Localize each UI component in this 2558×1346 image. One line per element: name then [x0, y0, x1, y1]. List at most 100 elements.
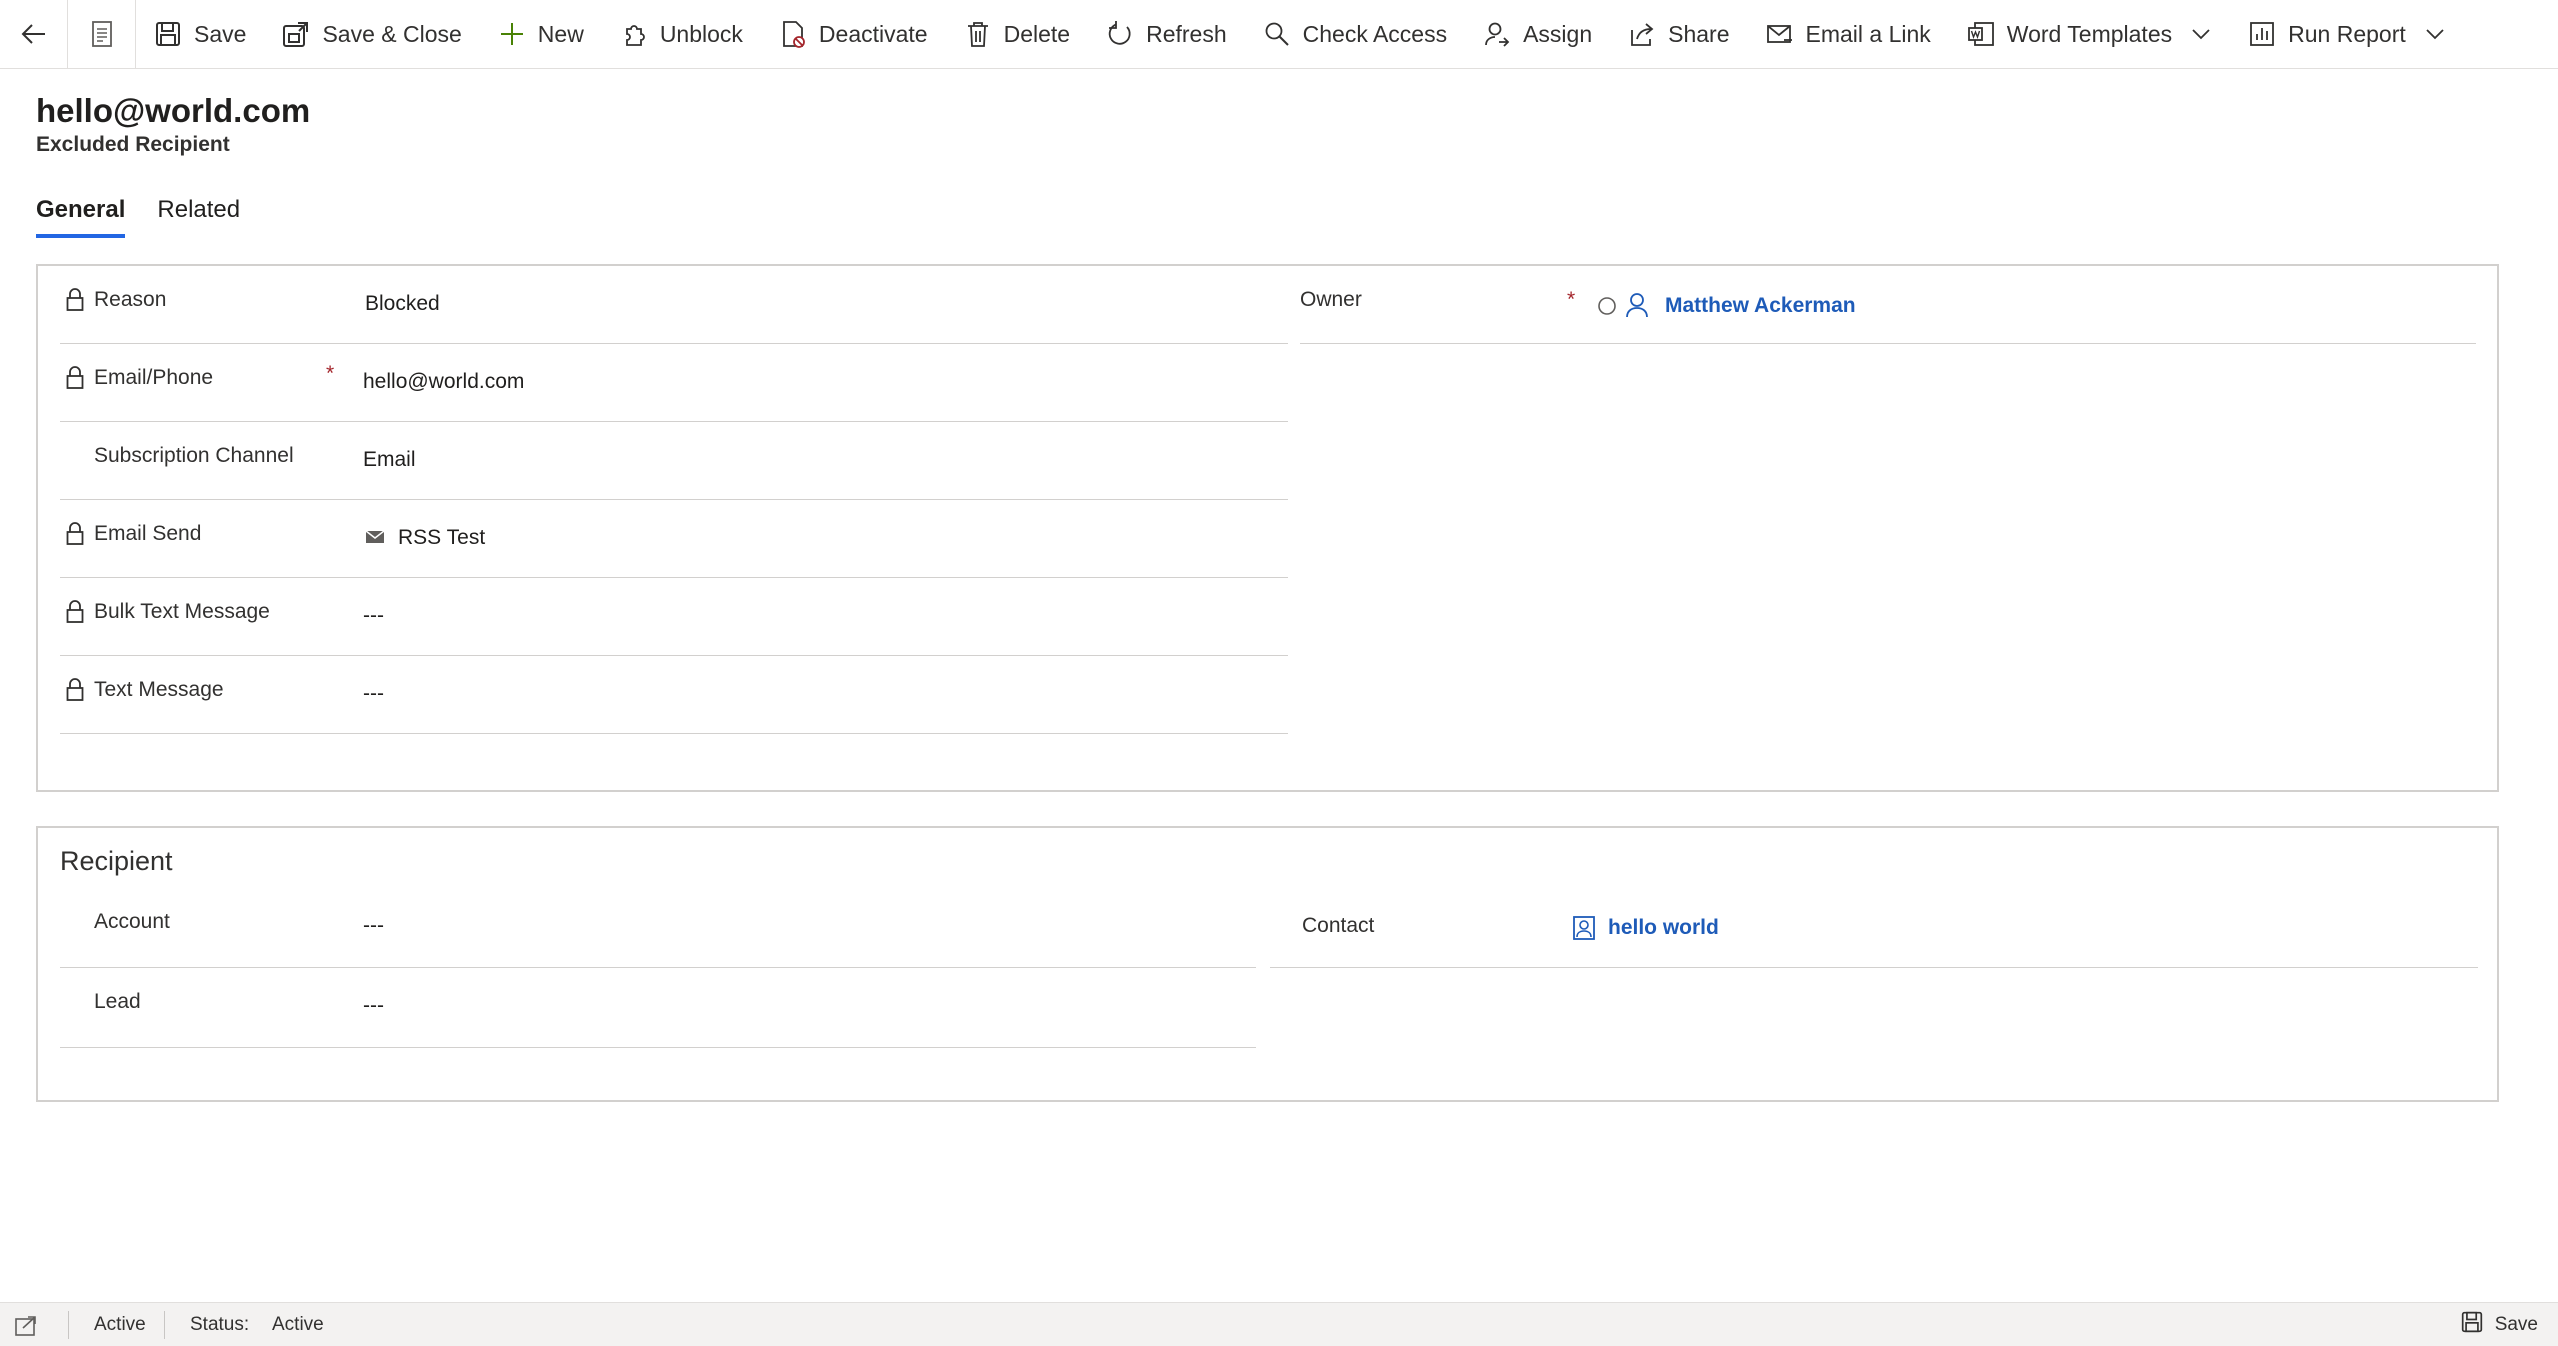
lead-field: Lead ---: [60, 968, 1256, 1048]
reason-field: Reason Blocked: [60, 266, 1288, 344]
text-message-label: Text Message: [94, 678, 224, 701]
email-send-label: Email Send: [94, 522, 202, 545]
save-icon: [2461, 1311, 2483, 1339]
word-document-icon: [1967, 20, 1995, 48]
command-bar: Save Save & Close New Unblock Deactivate…: [0, 0, 2558, 69]
back-button[interactable]: [0, 0, 68, 68]
reason-value[interactable]: Blocked: [365, 292, 440, 316]
contact-link[interactable]: hello world: [1608, 916, 1719, 940]
lock-icon: [66, 522, 84, 546]
deactivate-label: Deactivate: [818, 20, 928, 47]
contact-card-icon: [1572, 915, 1596, 946]
statusbar-save-button[interactable]: Save: [2461, 1311, 2538, 1339]
owner-label: Owner: [1300, 288, 1362, 311]
bulk-text-message-field: Bulk Text Message ---: [60, 578, 1288, 656]
save-button[interactable]: Save: [136, 0, 264, 68]
assign-person-icon: [1483, 20, 1511, 48]
delete-label: Delete: [1003, 20, 1071, 47]
email-link-icon: [1766, 20, 1794, 48]
tab-related[interactable]: Related: [157, 196, 240, 238]
reason-label: Reason: [94, 288, 167, 311]
subscription-channel-label: Subscription Channel: [94, 444, 294, 467]
document-icon: [90, 20, 114, 48]
word-templates-label: Word Templates: [2006, 20, 2173, 47]
email-phone-field: Email/Phone * hello@world.com: [60, 344, 1288, 422]
chevron-down-icon[interactable]: [2190, 23, 2212, 45]
chevron-down-icon[interactable]: [2424, 23, 2446, 45]
status-divider: [164, 1311, 165, 1339]
command-list: Save Save & Close New Unblock Deactivate…: [136, 0, 2464, 68]
word-templates-button[interactable]: Word Templates: [1949, 0, 2230, 68]
account-label: Account: [94, 910, 170, 933]
account-field: Account ---: [60, 888, 1256, 968]
share-label: Share: [1668, 20, 1730, 47]
owner-link[interactable]: Matthew Ackerman: [1665, 294, 1856, 318]
lock-icon: [66, 678, 84, 702]
new-button[interactable]: New: [480, 0, 602, 68]
email-send-link[interactable]: RSS Test: [398, 526, 485, 550]
back-arrow-icon: [20, 20, 48, 48]
refresh-button[interactable]: Refresh: [1088, 0, 1245, 68]
presence-circle-icon: [1597, 296, 1617, 321]
deactivate-icon: [779, 20, 807, 48]
save-close-button[interactable]: Save & Close: [264, 0, 479, 68]
record-title: hello@world.com: [36, 92, 311, 129]
run-report-button[interactable]: Run Report: [2230, 0, 2464, 68]
subscription-channel-value[interactable]: Email: [363, 448, 416, 472]
text-message-field: Text Message ---: [60, 656, 1288, 734]
email-phone-label: Email/Phone: [94, 366, 214, 389]
save-close-icon: [282, 20, 310, 48]
status-divider: [68, 1311, 69, 1339]
assign-button[interactable]: Assign: [1465, 0, 1610, 68]
bulk-text-message-label: Bulk Text Message: [94, 600, 270, 623]
save-label: Save: [194, 20, 247, 47]
contact-label: Contact: [1302, 914, 1375, 937]
lock-icon: [66, 600, 84, 624]
required-indicator: *: [326, 362, 335, 385]
share-button[interactable]: Share: [1610, 0, 1747, 68]
email-send-field: Email Send RSS Test: [60, 500, 1288, 578]
magnifier-icon: [1263, 20, 1291, 48]
envelope-icon: [365, 529, 385, 550]
open-in-window-icon[interactable]: [14, 1315, 38, 1343]
lead-label: Lead: [94, 990, 141, 1013]
trash-icon: [964, 20, 992, 48]
statusbar-save-label: Save: [2494, 1314, 2538, 1335]
record-state: Active: [94, 1314, 146, 1335]
tab-list: General Related: [36, 196, 240, 238]
required-indicator: *: [1567, 288, 1576, 311]
plus-icon: [498, 20, 526, 48]
deactivate-button[interactable]: Deactivate: [761, 0, 946, 68]
recipient-section: Recipient Account --- Lead --- Contact h…: [36, 826, 2499, 1102]
save-icon: [154, 20, 182, 48]
share-icon: [1628, 20, 1656, 48]
puzzle-icon: [620, 20, 648, 48]
refresh-icon: [1106, 20, 1134, 48]
status-bar: Active Status: Active Save: [0, 1302, 2558, 1346]
assign-label: Assign: [1523, 20, 1593, 47]
account-value[interactable]: ---: [363, 914, 384, 938]
status-reason-value: Active: [272, 1314, 324, 1335]
email-phone-value[interactable]: hello@world.com: [363, 370, 524, 394]
status-reason-label: Status:: [190, 1314, 250, 1335]
unblock-button[interactable]: Unblock: [602, 0, 761, 68]
check-access-button[interactable]: Check Access: [1245, 0, 1465, 68]
bulk-text-message-value[interactable]: ---: [363, 604, 384, 628]
lead-value[interactable]: ---: [363, 994, 384, 1018]
delete-button[interactable]: Delete: [946, 0, 1088, 68]
owner-field: Owner * Matthew Ackerman: [1300, 266, 2476, 344]
subscription-channel-field: Subscription Channel Email: [60, 422, 1288, 500]
text-message-value[interactable]: ---: [363, 682, 384, 706]
refresh-label: Refresh: [1146, 20, 1227, 47]
record-set-button[interactable]: [68, 0, 136, 68]
email-link-button[interactable]: Email a Link: [1748, 0, 1949, 68]
lock-icon: [66, 288, 84, 312]
tab-general[interactable]: General: [36, 196, 126, 238]
recipient-section-title: Recipient: [60, 846, 173, 876]
user-icon: [1626, 292, 1648, 323]
record-form-app: Save Save & Close New Unblock Deactivate…: [0, 0, 2558, 1346]
contact-field: Contact hello world: [1270, 888, 2478, 968]
lock-icon: [66, 366, 84, 390]
save-close-label: Save & Close: [322, 20, 462, 47]
run-report-label: Run Report: [2288, 20, 2406, 47]
